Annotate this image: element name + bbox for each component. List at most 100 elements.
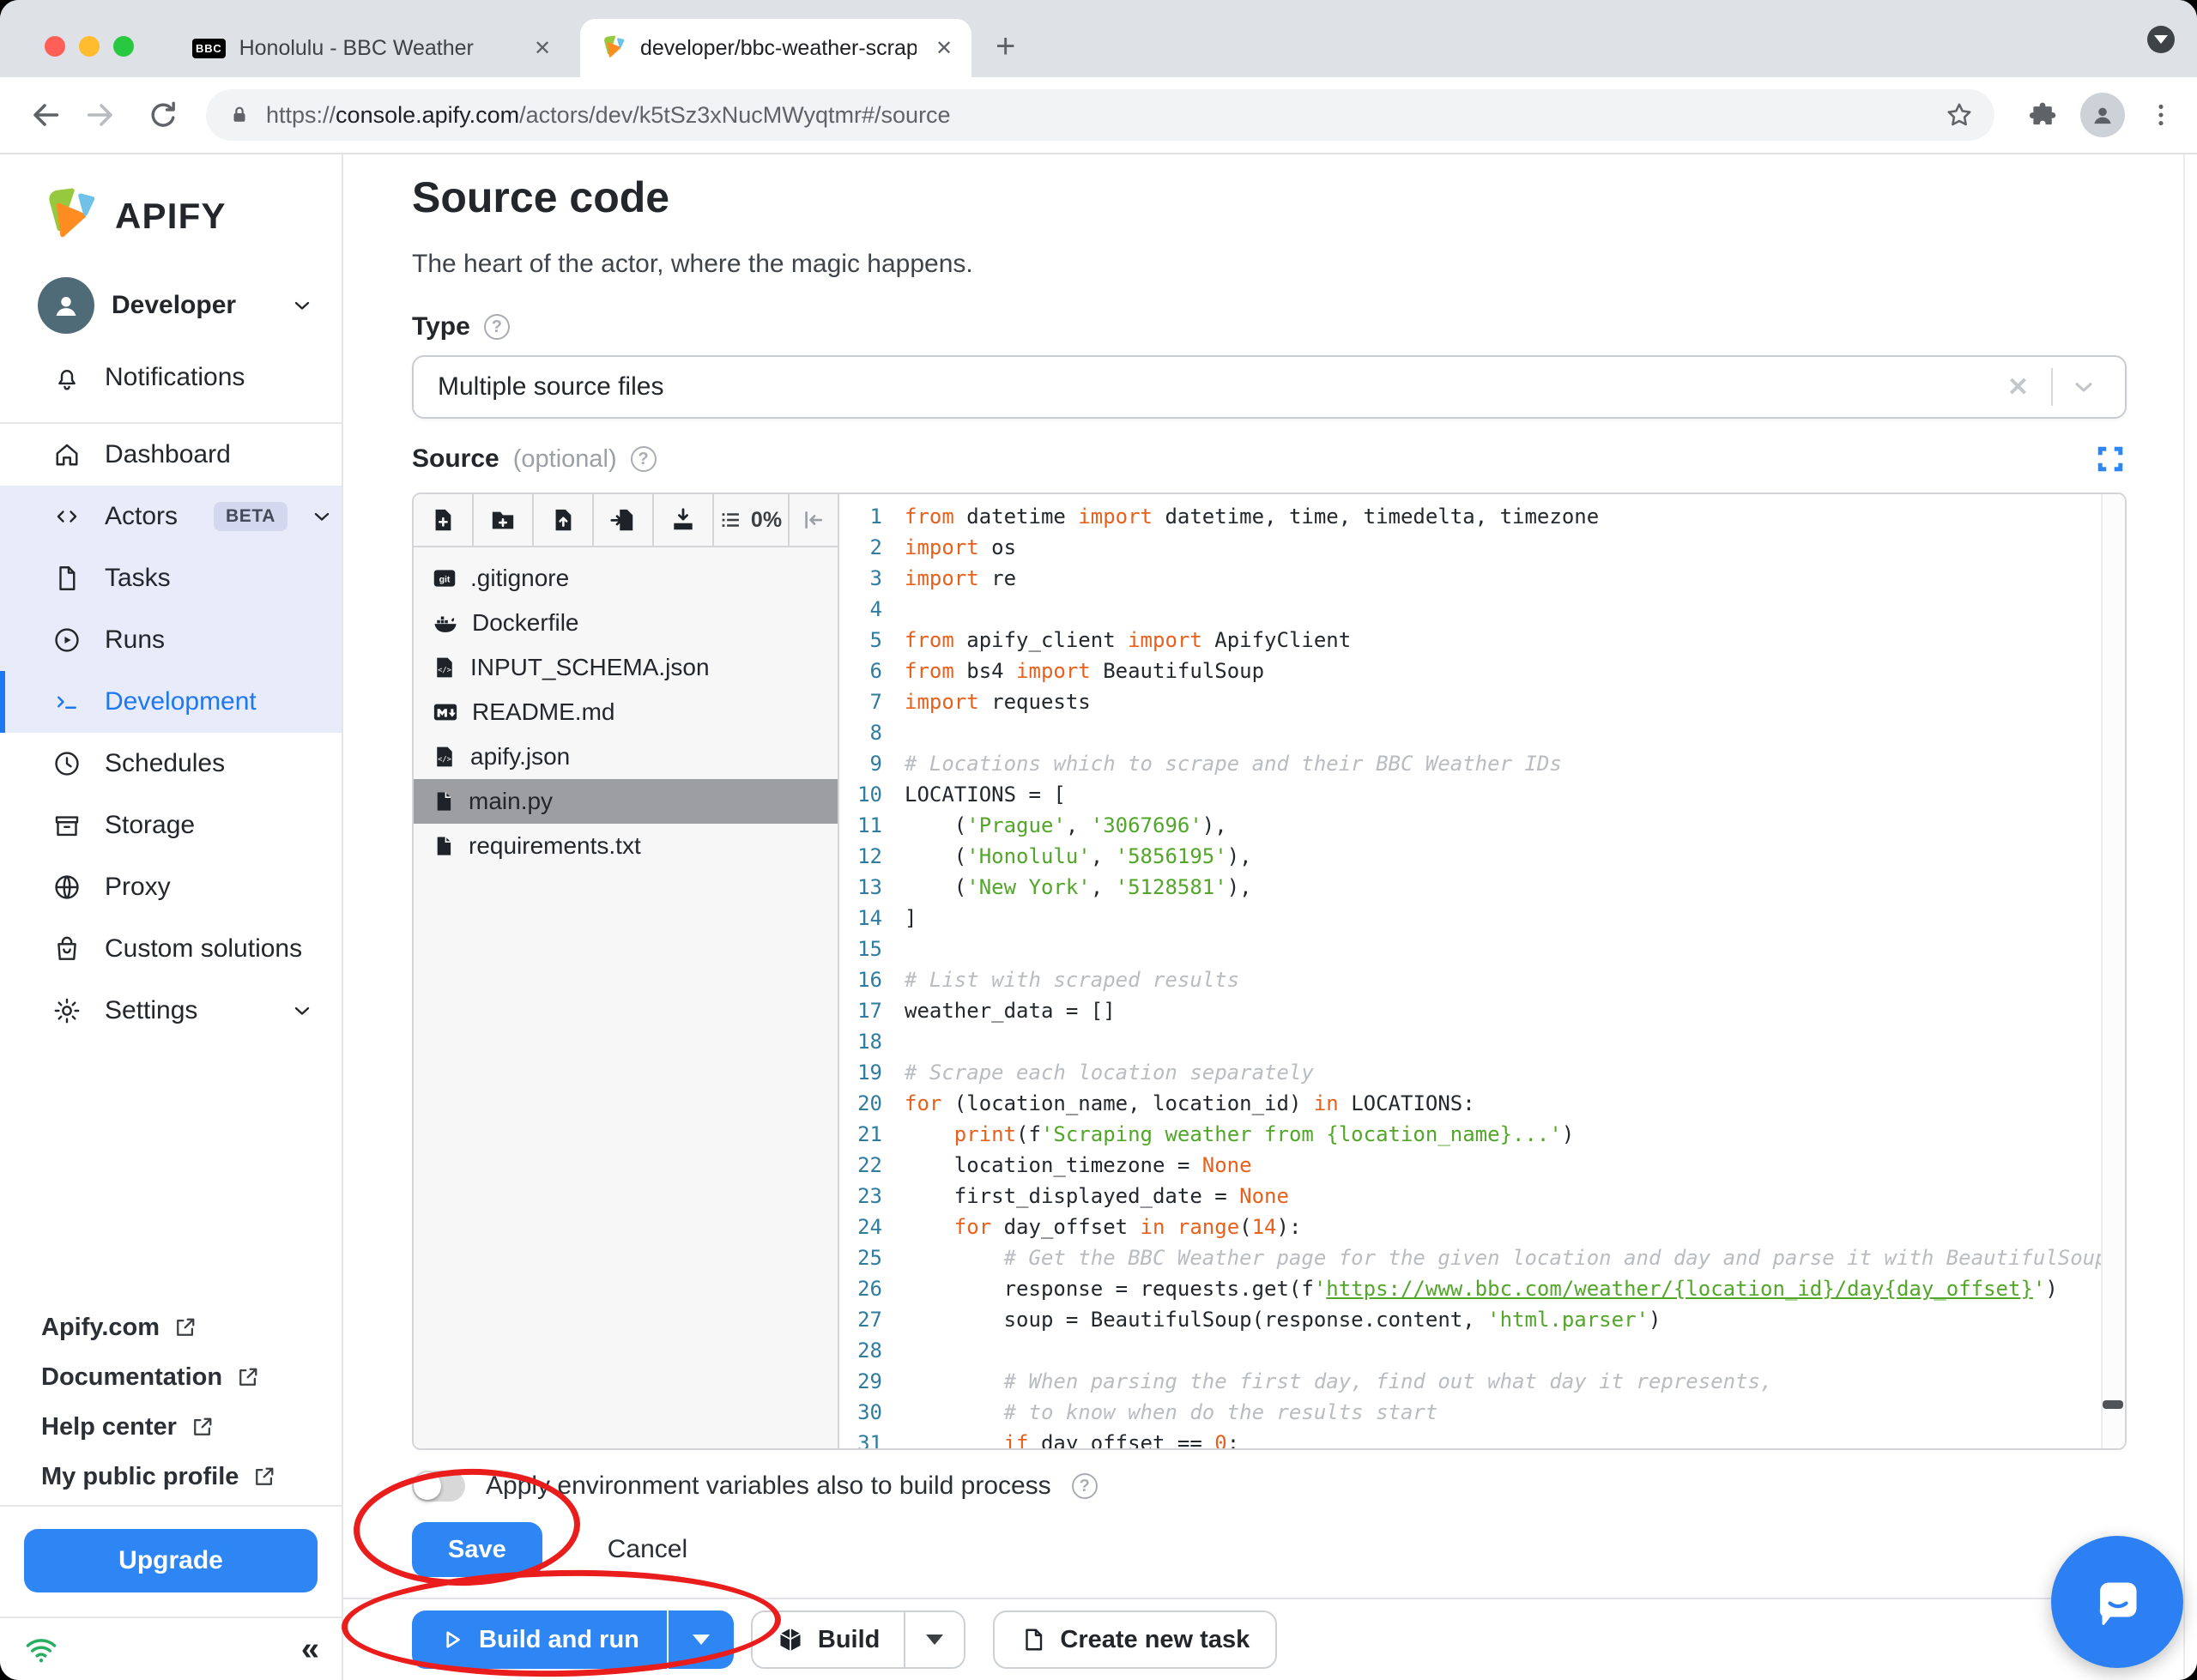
extensions-puzzle-icon[interactable] xyxy=(2027,100,2058,130)
code-editor[interactable]: 1 from datetime import datetime, time, ti… xyxy=(839,494,2125,1448)
sidebar-item-runs[interactable]: Runs xyxy=(0,609,342,671)
new-tab-button[interactable]: + xyxy=(996,29,1015,63)
build-button[interactable]: Build xyxy=(752,1612,906,1667)
scrollbar-thumb[interactable] xyxy=(2103,1400,2123,1409)
sidebar-item-custom-solutions[interactable]: Custom solutions xyxy=(0,918,342,980)
download-files-button[interactable] xyxy=(654,494,714,546)
clear-icon[interactable]: ✕ xyxy=(1985,372,2051,402)
code-line[interactable]: 29 # When parsing the first day, find ou… xyxy=(839,1366,2125,1397)
import-files-button[interactable] xyxy=(594,494,654,546)
intercom-chat-button[interactable] xyxy=(2051,1536,2183,1668)
apify-logo[interactable]: APIFY xyxy=(0,154,342,251)
sidebar-item-proxy[interactable]: Proxy xyxy=(0,856,342,918)
new-file-button[interactable] xyxy=(414,494,474,546)
sidebar-link-documentation[interactable]: Documentation xyxy=(41,1352,342,1402)
cancel-button[interactable]: Cancel xyxy=(608,1535,687,1564)
help-icon[interactable]: ? xyxy=(630,446,657,472)
code-line[interactable]: 18 xyxy=(839,1026,2125,1057)
fullscreen-expand-icon[interactable] xyxy=(2094,443,2127,475)
code-line[interactable]: 21 print(f'Scraping weather from {locati… xyxy=(839,1119,2125,1150)
file-item-main-py[interactable]: main.py xyxy=(414,779,838,824)
code-line[interactable]: 14] xyxy=(839,903,2125,934)
file-item--gitignore[interactable]: git .gitignore xyxy=(414,556,838,601)
code-line[interactable]: 1 from datetime import datetime, time, ti… xyxy=(839,501,2125,532)
code-line[interactable]: 6 from bs4 import BeautifulSoup xyxy=(839,656,2125,686)
page-scrollbar[interactable] xyxy=(2183,154,2197,1680)
code-line[interactable]: 13 ('New York', '5128581'), xyxy=(839,872,2125,903)
forward-button[interactable] xyxy=(82,94,124,136)
browser-profile-avatar[interactable] xyxy=(2080,93,2125,137)
reload-button[interactable] xyxy=(142,94,184,136)
sidebar-item-schedules[interactable]: Schedules xyxy=(0,733,342,795)
close-tab-icon[interactable]: ✕ xyxy=(930,34,958,62)
type-select[interactable]: Multiple source files ✕ xyxy=(412,355,2127,419)
code-line[interactable]: 22 location_timezone = None xyxy=(839,1150,2125,1181)
tab-apify-console[interactable]: developer/bbc-weather-scrape ✕ xyxy=(580,19,971,77)
editor-scrollbar[interactable] xyxy=(2101,494,2125,1448)
sidebar-link-help-center[interactable]: Help center xyxy=(41,1402,342,1452)
create-new-task-button[interactable]: Create new task xyxy=(993,1611,1278,1669)
sidebar-item-actors[interactable]: Actors BETA xyxy=(0,486,342,547)
code-line[interactable]: 26 response = requests.get(f'https://www… xyxy=(839,1273,2125,1304)
bookmark-star-icon[interactable] xyxy=(1938,100,1981,130)
sidebar-item-settings[interactable]: Settings xyxy=(0,980,342,1042)
help-icon[interactable]: ? xyxy=(483,314,510,340)
sidebar-item-dashboard[interactable]: Dashboard xyxy=(0,424,342,486)
code-line[interactable]: 12 ('Honolulu', '5856195'), xyxy=(839,841,2125,872)
zoom-window-button[interactable] xyxy=(113,36,134,57)
build-and-run-button[interactable]: Build and run xyxy=(412,1611,669,1669)
tab-search-button[interactable] xyxy=(2147,26,2175,53)
tab-bbc-weather[interactable]: BBC Honolulu - BBC Weather ✕ xyxy=(172,19,570,77)
code-line[interactable]: 5 from apify_client import ApifyClient xyxy=(839,625,2125,656)
code-line[interactable]: 16 # List with scraped results xyxy=(839,964,2125,995)
new-folder-button[interactable] xyxy=(474,494,534,546)
code-line[interactable]: 15 xyxy=(839,934,2125,964)
sidebar-link-my-public-profile[interactable]: My public profile xyxy=(41,1452,342,1502)
collapse-sidebar-button[interactable]: « xyxy=(301,1633,319,1665)
code-line[interactable]: 23 first_displayed_date = None xyxy=(839,1181,2125,1212)
code-line[interactable]: 20 for (location_name, location_id) in LO… xyxy=(839,1088,2125,1119)
code-line[interactable]: 4 xyxy=(839,594,2125,625)
code-line[interactable]: 19 # Scrape each location separately xyxy=(839,1057,2125,1088)
file-item-apify-json[interactable]: </> apify.json xyxy=(414,734,838,779)
sidebar-link-apify-com[interactable]: Apify.com xyxy=(41,1302,342,1352)
close-tab-icon[interactable]: ✕ xyxy=(529,34,556,62)
code-line[interactable]: 10 LOCATIONS = [ xyxy=(839,779,2125,810)
browser-menu-icon[interactable] xyxy=(2147,101,2175,129)
file-item-dockerfile[interactable]: Dockerfile xyxy=(414,601,838,645)
code-line[interactable]: 9 # Locations which to scrape and their B… xyxy=(839,748,2125,779)
code-line[interactable]: 17 weather_data = [] xyxy=(839,995,2125,1026)
minimize-window-button[interactable] xyxy=(79,36,100,57)
address-bar[interactable]: https://console.apify.com/actors/dev/k5t… xyxy=(206,89,1994,141)
code-line[interactable]: 24 for day_offset in range(14): xyxy=(839,1212,2125,1242)
code-line[interactable]: 2 import os xyxy=(839,532,2125,563)
code-line[interactable]: 3 import re xyxy=(839,563,2125,594)
account-switcher[interactable]: Developer xyxy=(0,251,342,336)
code-line[interactable]: 31 if day_offset == 0: xyxy=(839,1428,2125,1448)
code-line[interactable]: 8 xyxy=(839,717,2125,748)
help-icon[interactable]: ? xyxy=(1071,1473,1098,1499)
save-button[interactable]: Save xyxy=(412,1522,542,1577)
zoom-indicator[interactable]: 0% xyxy=(714,494,790,546)
code-line[interactable]: 11 ('Prague', '3067696'), xyxy=(839,810,2125,841)
collapse-file-panel-button[interactable] xyxy=(790,494,838,546)
build-and-run-dropdown-button[interactable] xyxy=(668,1611,734,1669)
chevron-down-icon[interactable] xyxy=(2053,373,2115,401)
upgrade-button[interactable]: Upgrade xyxy=(24,1529,318,1592)
sidebar-item-storage[interactable]: Storage xyxy=(0,795,342,856)
back-button[interactable] xyxy=(22,94,64,136)
file-item-readme-md[interactable]: README.md xyxy=(414,690,838,734)
code-line[interactable]: 25 # Get the BBC Weather page for the gi… xyxy=(839,1242,2125,1273)
file-item-requirements-txt[interactable]: requirements.txt xyxy=(414,824,838,868)
sidebar-item-notifications[interactable]: Notifications xyxy=(0,347,342,408)
code-line[interactable]: 7 import requests xyxy=(839,686,2125,717)
code-line[interactable]: 27 soup = BeautifulSoup(response.content… xyxy=(839,1304,2125,1335)
upload-file-button[interactable] xyxy=(534,494,594,546)
build-dropdown-button[interactable] xyxy=(905,1612,965,1667)
file-item-input-schema-json[interactable]: </> INPUT_SCHEMA.json xyxy=(414,645,838,690)
sidebar-item-development[interactable]: Development xyxy=(0,671,342,733)
code-line[interactable]: 30 # to know when do the results start xyxy=(839,1397,2125,1428)
sidebar-item-tasks[interactable]: Tasks xyxy=(0,547,342,609)
code-line[interactable]: 28 xyxy=(839,1335,2125,1366)
close-window-button[interactable] xyxy=(45,36,65,57)
